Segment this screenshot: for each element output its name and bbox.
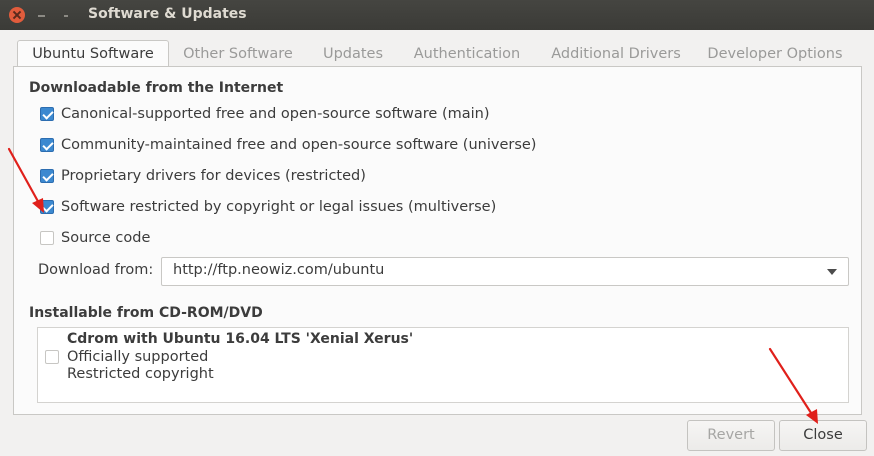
tab-additional-drivers[interactable]: Additional Drivers	[543, 41, 689, 67]
cdrom-list: Cdrom with Ubuntu 16.04 LTS 'Xenial Xeru…	[37, 327, 849, 403]
revert-button[interactable]: Revert	[687, 420, 775, 451]
option-multiverse-label: Software restricted by copyright or lega…	[61, 199, 497, 215]
cdrom-name: Cdrom with Ubuntu 16.04 LTS 'Xenial Xeru…	[67, 331, 414, 347]
window-minimize-icon[interactable]	[34, 7, 50, 23]
checkbox-checked-icon[interactable]	[40, 169, 54, 183]
ubuntu-software-panel: Downloadable from the Internet Canonical…	[13, 66, 862, 415]
option-restricted-label: Proprietary drivers for devices (restric…	[61, 168, 366, 184]
dropdown-arrow-icon[interactable]	[827, 269, 837, 275]
close-button[interactable]: Close	[779, 420, 867, 451]
section-title-cdrom: Installable from CD-ROM/DVD	[29, 305, 263, 321]
checkbox-unchecked-icon[interactable]	[40, 231, 54, 245]
tab-authentication[interactable]: Authentication	[403, 41, 531, 67]
title-bar: Software & Updates	[0, 0, 874, 30]
checkbox-checked-icon[interactable]	[40, 138, 54, 152]
checkbox-checked-icon[interactable]	[40, 200, 54, 214]
checkbox-checked-icon[interactable]	[40, 107, 54, 121]
option-main-label: Canonical-supported free and open-source…	[61, 106, 490, 122]
cdrom-line-2: Restricted copyright	[67, 366, 214, 382]
tab-developer-options[interactable]: Developer Options	[703, 41, 847, 67]
download-server-select[interactable]: http://ftp.neowiz.com/ubuntu	[161, 257, 849, 286]
option-source-code-label: Source code	[61, 230, 151, 246]
tab-other-software[interactable]: Other Software	[170, 41, 306, 67]
checkbox-unchecked-icon[interactable]	[45, 350, 59, 364]
download-server-value: http://ftp.neowiz.com/ubuntu	[173, 262, 385, 278]
tab-ubuntu-software[interactable]: Ubuntu Software	[17, 40, 169, 68]
window-maximize-icon[interactable]	[58, 7, 74, 23]
window-title: Software & Updates	[88, 6, 247, 22]
tab-updates[interactable]: Updates	[312, 41, 394, 67]
section-title-internet: Downloadable from the Internet	[29, 80, 284, 96]
download-from-label: Download from:	[38, 262, 154, 278]
window-close-icon[interactable]	[9, 7, 25, 23]
option-universe-label: Community-maintained free and open-sourc…	[61, 137, 537, 153]
cdrom-line-1: Officially supported	[67, 349, 209, 365]
